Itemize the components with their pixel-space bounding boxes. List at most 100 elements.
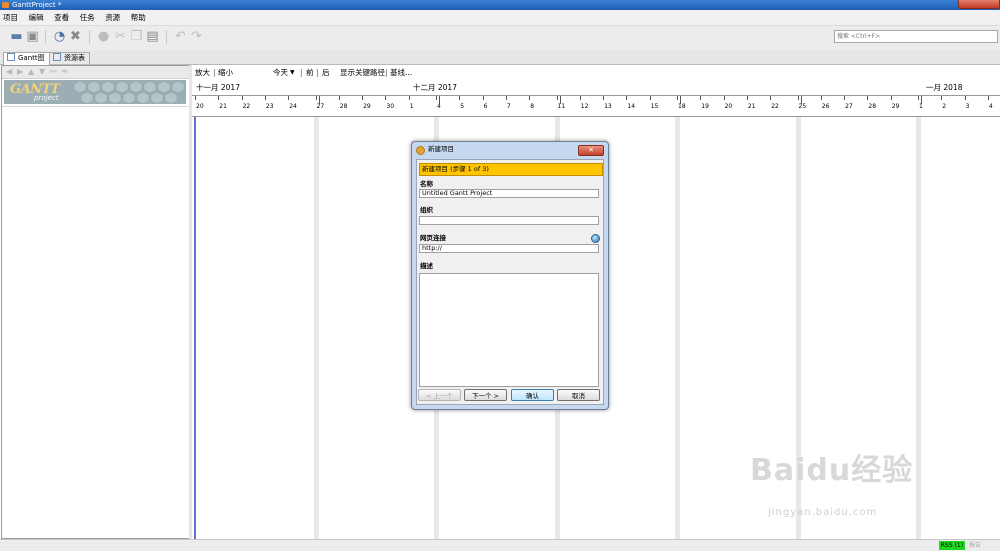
logo-subtext: project xyxy=(34,94,59,102)
arrow-down-icon[interactable]: ▼ xyxy=(39,66,45,78)
day-header: 20 21 22 23 24 27 28 29 30 1 4 5 6 7 8 11 12 13 14 15 18 19 20… xyxy=(192,95,1000,117)
month-label: 一月 2018 xyxy=(926,83,963,92)
zoom-out-button[interactable]: 缩小 xyxy=(218,65,233,80)
wizard-step-banner: 新建项目 (步骤 1 of 3) xyxy=(419,163,603,176)
tab-gantt[interactable]: Gantt图 xyxy=(3,52,50,65)
menu-view[interactable]: 查看 xyxy=(54,10,69,25)
dialog-app-icon xyxy=(416,146,425,155)
dialog-close-button[interactable]: ✕ xyxy=(578,145,604,156)
tab-gantt-label: Gantt图 xyxy=(18,54,45,62)
day-tick xyxy=(579,96,581,100)
info-icon[interactable]: ● xyxy=(96,29,111,44)
menu-task[interactable]: 任务 xyxy=(80,10,95,25)
day-label: 12 xyxy=(580,103,589,110)
day-tick xyxy=(482,96,484,100)
day-label: 21 xyxy=(747,103,756,110)
day-tick xyxy=(820,96,822,100)
arrow-right-icon[interactable]: ▶ xyxy=(17,66,23,78)
description-textarea[interactable] xyxy=(419,273,599,387)
status-bar: 报告 xyxy=(0,539,1000,551)
day-tick xyxy=(626,96,628,100)
weekend-column xyxy=(916,117,921,539)
day-label: 19 xyxy=(701,103,709,110)
day-label: 15 xyxy=(650,103,659,110)
day-label: 2 xyxy=(942,103,947,110)
copy-icon[interactable]: ❐ xyxy=(129,29,144,44)
web-link-input[interactable] xyxy=(419,244,599,253)
rss-badge[interactable]: RSS (1) xyxy=(939,541,965,550)
organization-input[interactable] xyxy=(419,216,599,225)
day-label: 30 xyxy=(386,103,395,110)
view-tabs: Gantt图 资源表 xyxy=(0,50,1000,65)
day-label: 14 xyxy=(627,103,636,110)
day-tick xyxy=(987,96,989,100)
window-title: GanttProject * xyxy=(12,1,62,9)
day-label: 24 xyxy=(289,103,297,110)
search-box[interactable] xyxy=(834,30,998,43)
previous-button[interactable]: < 上一个 xyxy=(418,389,461,401)
open-icon[interactable]: ▬ xyxy=(9,29,24,44)
chart-toolbar: 放大 | 缩小 今天 ▼ | 前 | 后 显示关键路径 | 基线... xyxy=(192,65,1000,80)
day-tick xyxy=(436,96,437,100)
undo-icon[interactable]: ↶ xyxy=(173,29,188,44)
month-header: 十一月 2017 十二月 2017 一月 2018 xyxy=(192,81,1000,95)
chevron-down-icon[interactable]: ▼ xyxy=(290,65,295,80)
day-label: 4 xyxy=(988,103,993,110)
arrow-left-icon[interactable]: ◀ xyxy=(6,66,12,78)
baseline-button[interactable]: 基线... xyxy=(390,65,412,80)
menu-project[interactable]: 项目 xyxy=(3,10,18,25)
today-marker xyxy=(194,117,196,539)
day-tick xyxy=(264,96,266,100)
day-label: 27 xyxy=(316,103,325,110)
day-tick xyxy=(723,96,725,100)
weekend-column xyxy=(313,117,319,539)
menu-resource[interactable]: 资源 xyxy=(105,10,120,25)
day-tick xyxy=(867,96,869,100)
day-label: 20 xyxy=(724,103,733,110)
window-close-button[interactable] xyxy=(958,0,1000,9)
day-label: 28 xyxy=(868,103,877,110)
day-label: 20 xyxy=(196,103,204,110)
paste-icon[interactable]: ▤ xyxy=(145,29,160,44)
dialog-title: 新建项目 xyxy=(428,145,454,153)
today-button[interactable]: 今天 xyxy=(273,65,288,80)
day-tick xyxy=(844,96,846,100)
window-titlebar: GanttProject * xyxy=(0,0,1000,10)
redo-icon[interactable]: ↷ xyxy=(189,29,204,44)
tab-resources[interactable]: 资源表 xyxy=(49,52,90,64)
day-tick xyxy=(315,96,317,100)
toolbar-divider: | xyxy=(300,68,303,77)
project-name-input[interactable] xyxy=(419,189,599,198)
delete-icon[interactable]: ✖ xyxy=(68,29,83,44)
toolbar-separator xyxy=(45,30,46,44)
ok-button[interactable]: 确认 xyxy=(511,389,554,401)
next-button[interactable]: 后 xyxy=(322,65,330,80)
arrow-up-icon[interactable]: ▲ xyxy=(28,66,34,78)
zoom-in-button[interactable]: 放大 xyxy=(195,65,210,80)
gantt-icon xyxy=(7,53,15,61)
day-tick xyxy=(529,96,531,100)
day-label: 29 xyxy=(363,103,371,110)
cut-icon[interactable]: ✂ xyxy=(113,29,128,44)
day-tick xyxy=(700,96,702,100)
save-icon[interactable]: ▣ xyxy=(25,29,40,44)
day-label: 4 xyxy=(437,103,441,110)
globe-icon[interactable] xyxy=(591,234,600,243)
organization-label: 组织 xyxy=(420,206,433,214)
properties-icon[interactable]: ◔ xyxy=(52,29,67,44)
link-icon[interactable]: ⚯ xyxy=(50,66,57,78)
menu-edit[interactable]: 编辑 xyxy=(29,10,44,25)
cancel-button[interactable]: 取消 xyxy=(557,389,600,401)
day-label: 11 xyxy=(557,103,566,110)
day-tick xyxy=(362,96,364,100)
search-input[interactable] xyxy=(835,31,997,42)
menu-help[interactable]: 帮助 xyxy=(131,10,146,25)
next-button[interactable]: 下一个 > xyxy=(464,389,507,401)
task-tree-divider xyxy=(2,106,189,107)
critical-path-button[interactable]: 显示关键路径 xyxy=(340,65,385,80)
error-report-label[interactable]: 报告 xyxy=(969,541,981,550)
day-tick xyxy=(218,96,220,100)
task-tree-toolbar: ◀ ▶ ▲ ▼ ⚯ ⚮ xyxy=(2,66,189,79)
prev-button[interactable]: 前 xyxy=(306,65,314,80)
unlink-icon[interactable]: ⚮ xyxy=(61,66,68,78)
